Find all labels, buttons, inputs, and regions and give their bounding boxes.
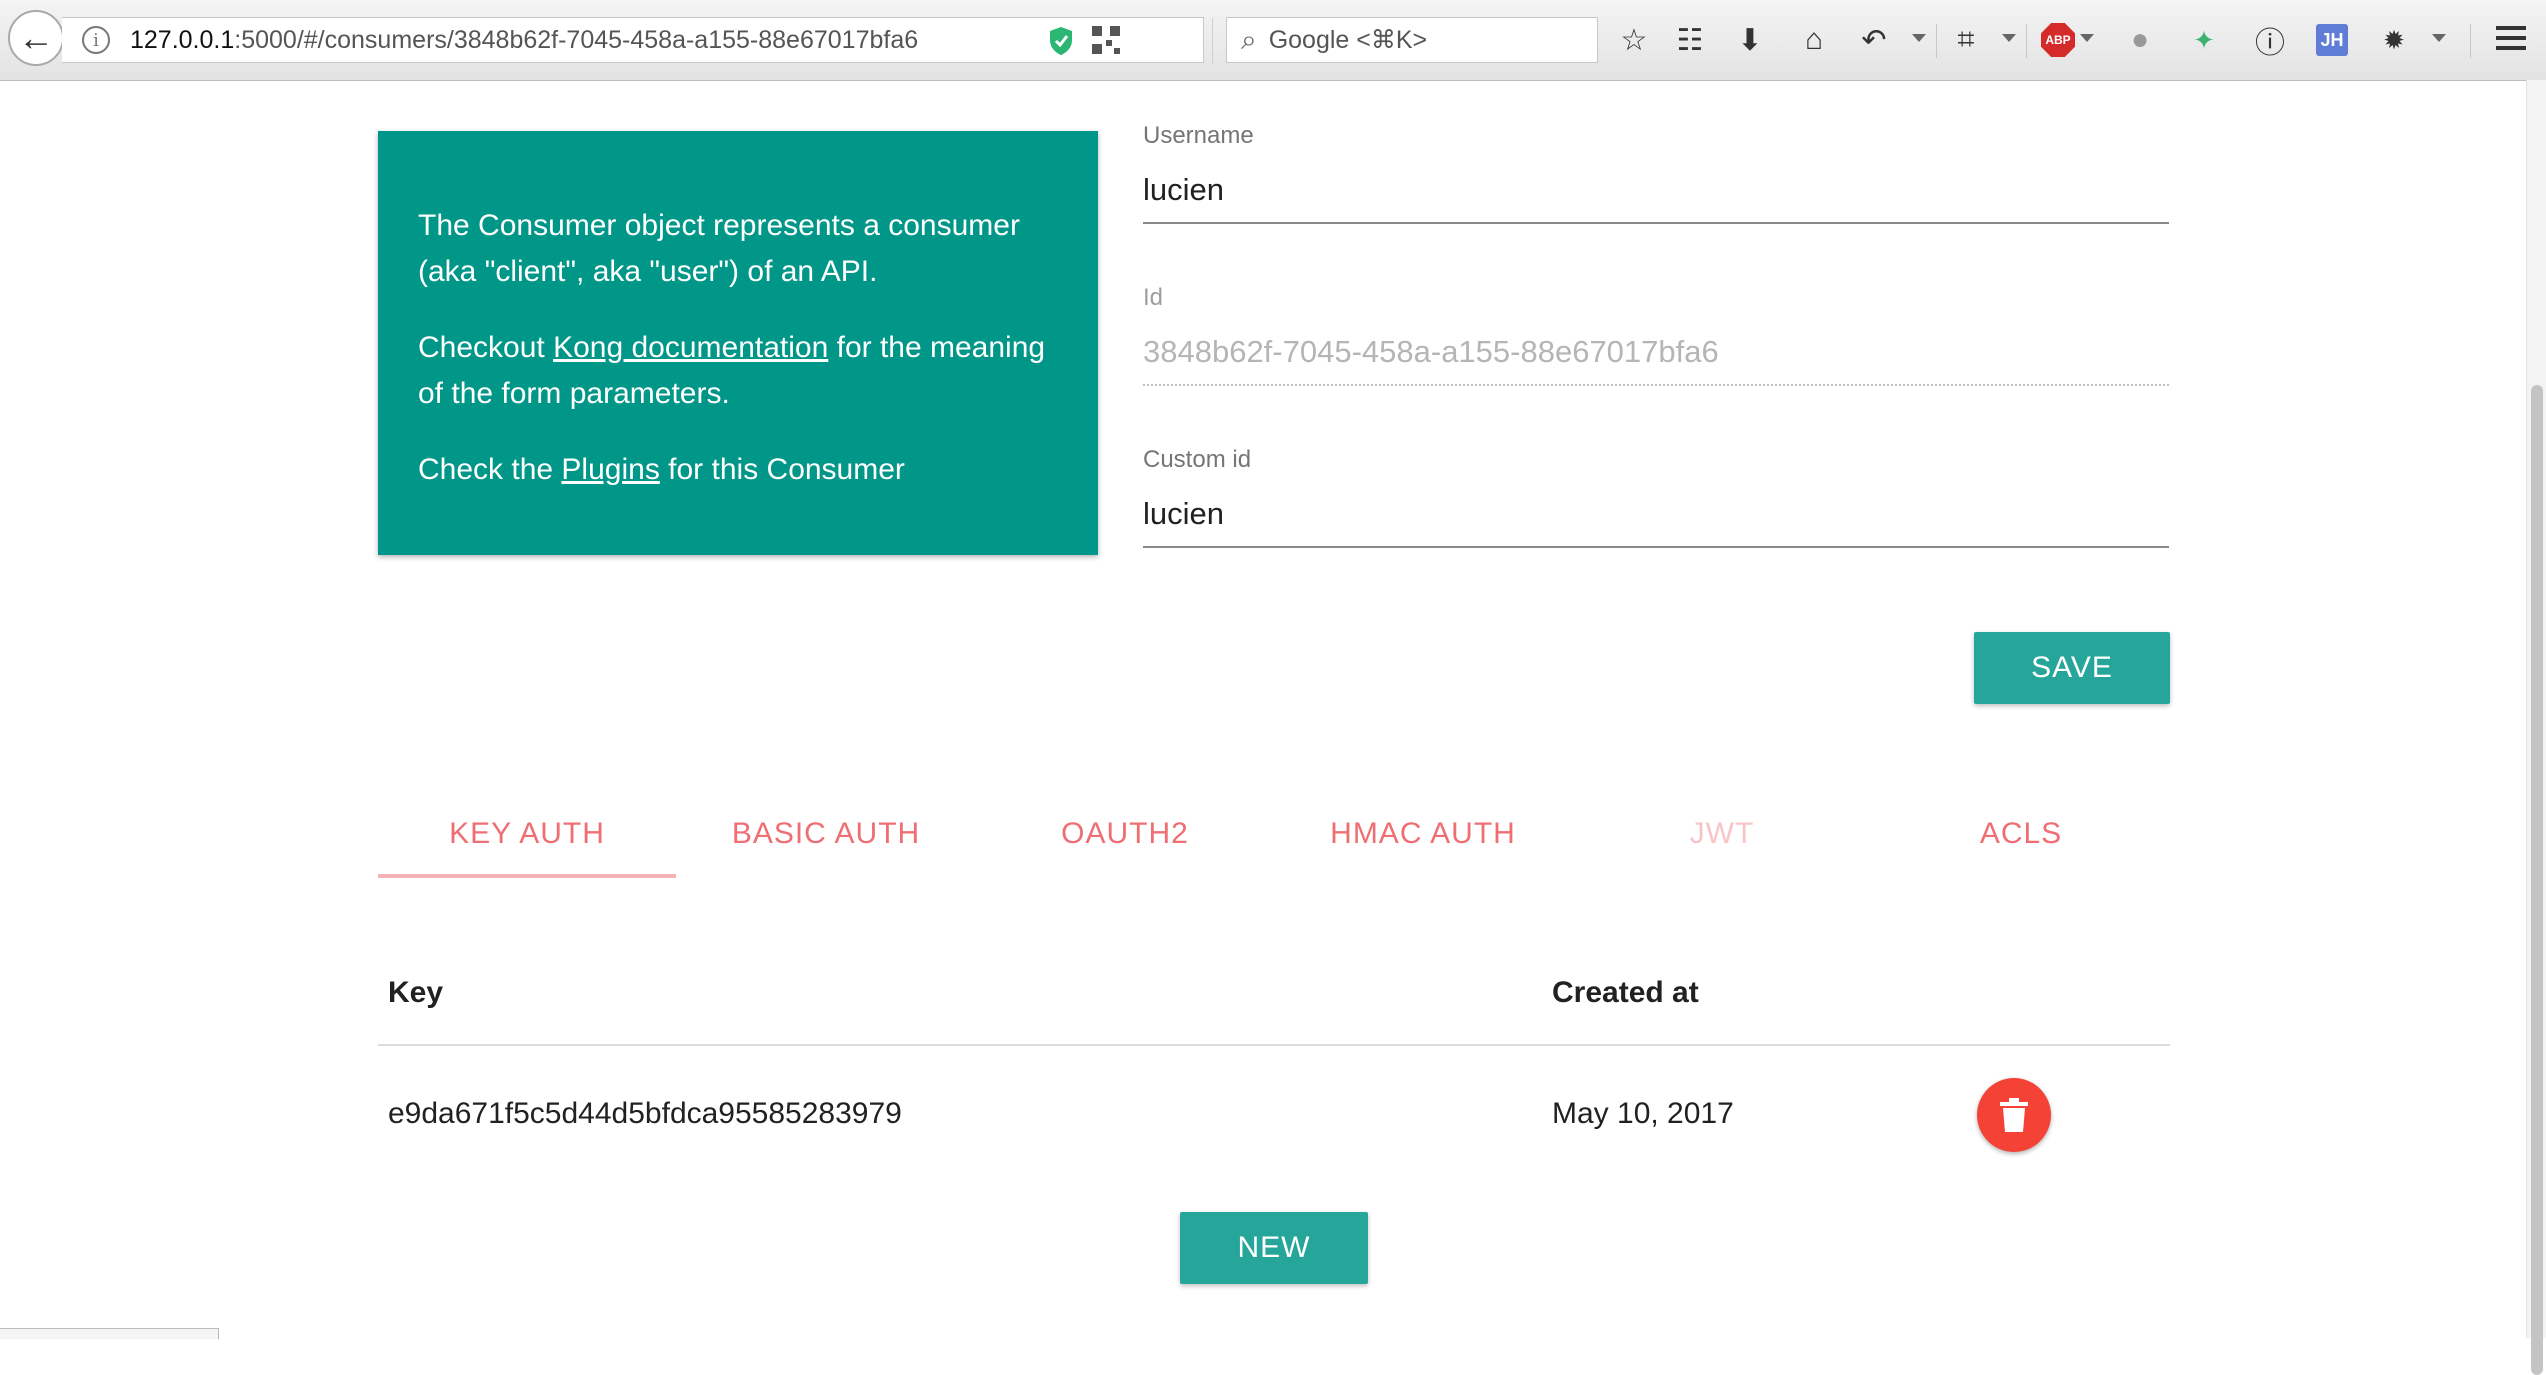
tab-key-auth[interactable]: KEY AUTH [378, 790, 676, 878]
info-paragraph: Check the Plugins for this Consumer [418, 453, 905, 486]
search-placeholder: Google <⌘K> [1268, 26, 1428, 54]
created-at-cell: May 10, 2017 [1552, 1097, 1734, 1130]
delete-key-button[interactable] [1977, 1078, 2051, 1152]
custom-id-label: Custom id [1143, 446, 1252, 473]
adblock-icon[interactable]: ABP [2036, 18, 2080, 62]
scrollbar[interactable] [2526, 80, 2546, 1375]
chevron-down-icon[interactable] [2432, 34, 2446, 42]
trash-icon [2000, 1098, 2028, 1132]
search-icon: ⌕ [1241, 23, 1257, 55]
consumer-info-card: The Consumer object represents a consume… [378, 131, 1098, 555]
chevron-down-icon[interactable] [2002, 34, 2016, 42]
custom-id-input[interactable]: lucien [1143, 496, 2169, 546]
column-header-key: Key [388, 976, 444, 1009]
active-tab-indicator [378, 874, 676, 878]
chevron-down-icon[interactable] [2080, 34, 2094, 42]
username-input[interactable]: lucien [1143, 172, 2169, 222]
address-bar[interactable]: i 127.0.0.1:5000/#/consumers/3848b62f-70… [62, 17, 1251, 64]
password-manager-icon[interactable]: ⓘ [2248, 18, 2292, 62]
search-bar[interactable]: ⌕ Google <⌘K> [1226, 17, 1598, 63]
input-underline [1143, 222, 2169, 224]
jh-extension-icon[interactable]: JH [2310, 18, 2354, 62]
key-cell: e9da671f5c5d44d5bfdca95585283979 [388, 1097, 902, 1130]
chevron-down-icon[interactable] [1912, 34, 1926, 42]
custom-id-field[interactable]: Custom id lucien [1143, 446, 2169, 548]
tab-hmac-auth[interactable]: HMAC AUTH [1274, 790, 1572, 878]
bookmark-star-icon[interactable]: ☆ [1612, 18, 1656, 62]
info-paragraph: Checkout Kong documentation for the mean… [418, 331, 1046, 410]
undo-icon[interactable]: ↶ [1852, 18, 1896, 62]
globe-icon[interactable]: ● [2118, 18, 2162, 62]
username-label: Username [1143, 122, 1254, 149]
tab-oauth2[interactable]: OAUTH2 [976, 790, 1274, 878]
save-button[interactable]: SAVE [1974, 632, 2170, 704]
tab-basic-auth[interactable]: BASIC AUTH [677, 790, 975, 878]
download-icon[interactable]: ⬇ [1728, 18, 1772, 62]
toolbar-separator [2026, 24, 2027, 58]
arrow-left-icon: ← [18, 17, 54, 58]
home-icon[interactable]: ⌂ [1792, 18, 1836, 62]
auth-tabs: KEY AUTH BASIC AUTH OAUTH2 HMAC AUTH JWT… [378, 790, 2170, 880]
extension-icon[interactable]: ✦ [2182, 18, 2226, 62]
plugins-link[interactable]: Plugins [561, 453, 659, 486]
tab-acls[interactable]: ACLS [1872, 790, 2170, 878]
crop-icon[interactable]: ⌗ [1944, 18, 1988, 62]
username-field[interactable]: Username lucien [1143, 122, 2169, 224]
new-key-button[interactable]: NEW [1180, 1212, 1368, 1284]
table-divider [378, 1044, 2170, 1046]
input-underline [1143, 546, 2169, 548]
back-button[interactable]: ← [8, 10, 64, 66]
url-text[interactable]: 127.0.0.1:5000/#/consumers/3848b62f-7045… [130, 26, 918, 55]
info-paragraph: The Consumer object represents a consume… [418, 209, 1020, 288]
reading-list-icon[interactable]: ☷ [1668, 18, 1712, 62]
menu-icon[interactable] [2496, 26, 2526, 50]
bug-icon[interactable]: ✹ [2372, 18, 2416, 62]
scrollbar-thumb[interactable] [2531, 385, 2543, 1375]
toolbar-separator [1936, 24, 1937, 58]
id-label: Id [1143, 284, 1164, 311]
tab-jwt: JWT [1689, 817, 1755, 850]
status-bar [0, 1328, 219, 1339]
toolbar-separator [2470, 24, 2471, 58]
kong-documentation-link[interactable]: Kong documentation [553, 331, 828, 364]
browser-toolbar: ← i 127.0.0.1:5000/#/consumers/3848b62f-… [0, 0, 2546, 81]
shield-icon[interactable] [1048, 26, 1074, 56]
input-underline [1143, 384, 2169, 386]
id-input: 3848b62f-7045-458a-a155-88e67017bfa6 [1143, 334, 1719, 369]
qr-code-icon[interactable] [1092, 26, 1120, 54]
id-field: Id 3848b62f-7045-458a-a155-88e67017bfa6 [1143, 284, 2169, 386]
column-header-created-at: Created at [1552, 976, 1699, 1009]
info-icon[interactable]: i [82, 26, 110, 54]
